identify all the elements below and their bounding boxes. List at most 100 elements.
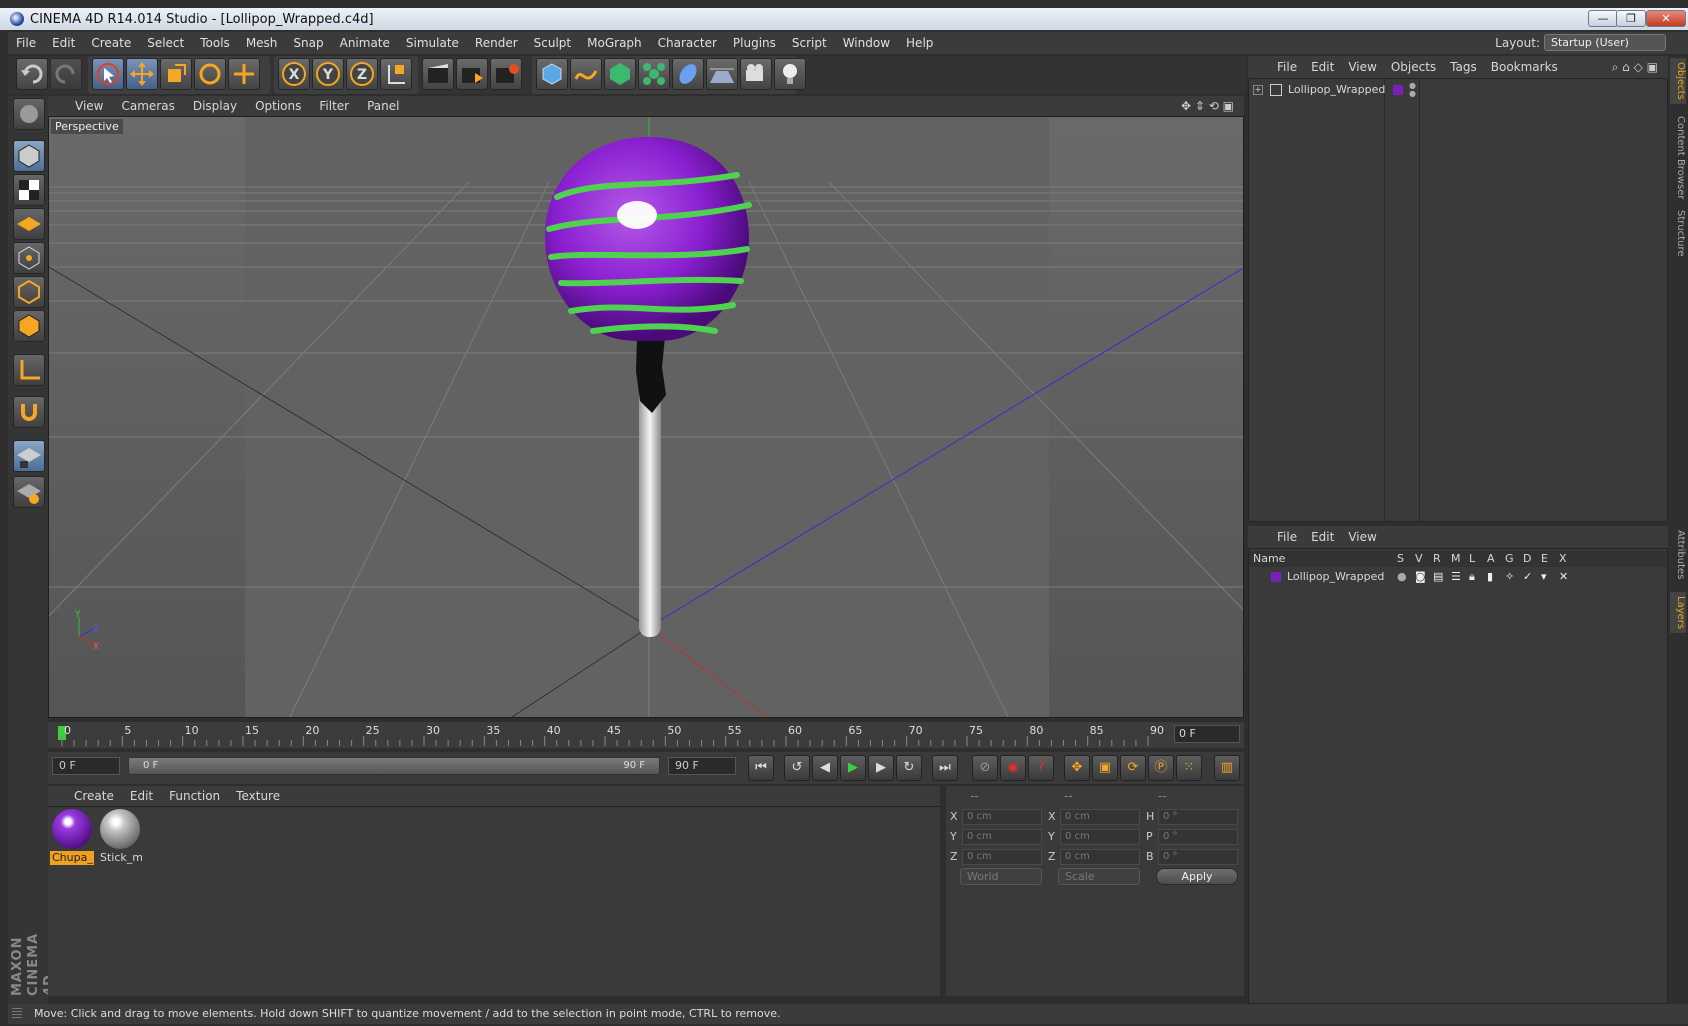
menu-render[interactable]: Render	[467, 36, 526, 50]
edges-mode-icon[interactable]	[13, 276, 45, 308]
timeline-window-icon[interactable]: ▥	[1214, 755, 1240, 781]
layer-menu-edit[interactable]: Edit	[1304, 530, 1341, 544]
layer-row-lollipop[interactable]: Lollipop_Wrapped ● ◙ ▤ ☰ 🔒︎ ▮ ✧ ✓ ▾ ✕	[1249, 569, 1667, 585]
z-axis-lock-icon[interactable]: Z	[346, 58, 378, 90]
menu-simulate[interactable]: Simulate	[398, 36, 467, 50]
expand-toggle-icon[interactable]: +	[1253, 85, 1263, 95]
col-animation[interactable]: A	[1487, 552, 1495, 565]
restore-button[interactable]: ❐	[1616, 10, 1646, 27]
play-icon[interactable]: ▶	[840, 755, 866, 781]
render-to-picture-viewer-icon[interactable]	[456, 58, 488, 90]
rot-h-field[interactable]: 0 °	[1158, 809, 1238, 825]
viewport-menu-view[interactable]: View	[66, 99, 112, 113]
array-icon[interactable]	[638, 58, 670, 90]
menu-edit[interactable]: Edit	[44, 36, 83, 50]
material-chupa[interactable]: Chupa_	[50, 807, 94, 865]
object-menu-bookmarks[interactable]: Bookmarks	[1484, 60, 1565, 74]
col-view[interactable]: V	[1415, 552, 1423, 565]
layer-deformers-icon[interactable]: ✓	[1523, 569, 1532, 585]
layer-lock-icon[interactable]: 🔒︎	[1469, 569, 1475, 585]
menu-mesh[interactable]: Mesh	[238, 36, 286, 50]
rot-p-field[interactable]: 0 °	[1158, 829, 1238, 845]
object-menu-edit[interactable]: Edit	[1304, 60, 1341, 74]
layer-menu-file[interactable]: File	[1270, 530, 1304, 544]
viewport-navigation-icons[interactable]: ✥ ⇕ ⟲ ▣	[1181, 99, 1234, 113]
live-selection-icon[interactable]	[92, 58, 124, 90]
col-solo[interactable]: S	[1397, 552, 1404, 565]
tab-objects[interactable]: Objects	[1670, 58, 1686, 104]
light-icon[interactable]	[774, 58, 806, 90]
menu-select[interactable]: Select	[139, 36, 192, 50]
col-locked[interactable]: L	[1469, 552, 1475, 565]
go-to-end-icon[interactable]: ⏭	[932, 755, 958, 781]
nurbs-icon[interactable]	[604, 58, 636, 90]
size-x-field[interactable]: 0 cm	[1060, 809, 1140, 825]
menu-file[interactable]: File	[8, 36, 44, 50]
previous-key-icon[interactable]: ↺	[784, 755, 810, 781]
record-point-level-icon[interactable]: ⁙	[1176, 755, 1202, 781]
pos-y-field[interactable]: 0 cm	[962, 829, 1042, 845]
layer-color-swatch[interactable]	[1393, 85, 1403, 95]
object-row-lollipop[interactable]: + Lollipop_Wrapped ● ●	[1253, 82, 1416, 98]
next-key-icon[interactable]: ↻	[896, 755, 922, 781]
minimize-button[interactable]: —	[1588, 10, 1618, 27]
object-menu-objects[interactable]: Objects	[1384, 60, 1443, 74]
texture-mode-icon[interactable]	[13, 174, 45, 206]
menu-plugins[interactable]: Plugins	[725, 36, 784, 50]
previous-frame-icon[interactable]: ◀	[812, 755, 838, 781]
col-generators[interactable]: G	[1505, 552, 1514, 565]
scale-tool-icon[interactable]	[160, 58, 192, 90]
size-mode-dropdown[interactable]: Scale	[1058, 868, 1140, 885]
viewport-menu-options[interactable]: Options	[246, 99, 310, 113]
record-scale-icon[interactable]: ▣	[1092, 755, 1118, 781]
layer-manager-icon[interactable]: ☰	[1451, 569, 1461, 585]
material-menu-texture[interactable]: Texture	[228, 789, 288, 803]
col-expressions[interactable]: E	[1541, 552, 1548, 565]
material-menu-edit[interactable]: Edit	[122, 789, 161, 803]
min-frame-field[interactable]: 0 F	[52, 757, 120, 775]
pos-x-field[interactable]: 0 cm	[962, 809, 1042, 825]
viewport-menu-panel[interactable]: Panel	[358, 99, 408, 113]
add-tool-icon[interactable]	[228, 58, 260, 90]
y-axis-lock-icon[interactable]: Y	[312, 58, 344, 90]
layer-name[interactable]: Lollipop_Wrapped	[1287, 569, 1384, 585]
size-z-field[interactable]: 0 cm	[1060, 849, 1140, 865]
axis-mode-icon[interactable]	[13, 354, 45, 386]
menu-animate[interactable]: Animate	[332, 36, 398, 50]
record-rotation-icon[interactable]: ⟳	[1120, 755, 1146, 781]
col-deformers[interactable]: D	[1523, 552, 1531, 565]
viewport-menu-filter[interactable]: Filter	[310, 99, 358, 113]
menu-mograph[interactable]: MoGraph	[579, 36, 650, 50]
record-keys-icon[interactable]: ⊘	[972, 755, 998, 781]
points-mode-icon[interactable]	[13, 242, 45, 274]
material-menu-create[interactable]: Create	[66, 789, 122, 803]
menu-window[interactable]: Window	[835, 36, 898, 50]
x-axis-lock-icon[interactable]: X	[278, 58, 310, 90]
model-mode-icon[interactable]	[13, 140, 45, 172]
record-position-icon[interactable]: ✥	[1064, 755, 1090, 781]
tab-content-browser[interactable]: Content Browser	[1670, 112, 1686, 203]
move-tool-icon[interactable]	[126, 58, 158, 90]
viewport-menu-cameras[interactable]: Cameras	[112, 99, 183, 113]
coordinate-mode-dropdown[interactable]: World	[960, 868, 1042, 885]
layer-render-icon[interactable]: ▤	[1433, 569, 1443, 585]
render-view-icon[interactable]	[422, 58, 454, 90]
object-menu-file[interactable]: File	[1270, 60, 1304, 74]
layer-solo-icon[interactable]: ●	[1397, 569, 1407, 585]
floor-icon[interactable]	[706, 58, 738, 90]
workplane-mode-icon[interactable]	[13, 208, 45, 240]
planar-workplane-icon[interactable]	[13, 476, 45, 508]
snap-magnet-icon[interactable]	[13, 396, 45, 428]
layer-generators-icon[interactable]: ✧	[1505, 569, 1514, 585]
keyframe-selection-icon[interactable]: ?	[1028, 755, 1054, 781]
coordinate-system-icon[interactable]	[380, 58, 412, 90]
menu-sculpt[interactable]: Sculpt	[526, 36, 579, 50]
layer-menu-view[interactable]: View	[1341, 530, 1383, 544]
object-menu-view[interactable]: View	[1341, 60, 1383, 74]
undo-icon[interactable]	[16, 58, 48, 90]
col-xref[interactable]: X	[1559, 552, 1567, 565]
pos-z-field[interactable]: 0 cm	[962, 849, 1042, 865]
menu-tools[interactable]: Tools	[192, 36, 238, 50]
tab-layers[interactable]: Layers	[1670, 592, 1686, 634]
make-editable-icon[interactable]	[13, 98, 45, 130]
